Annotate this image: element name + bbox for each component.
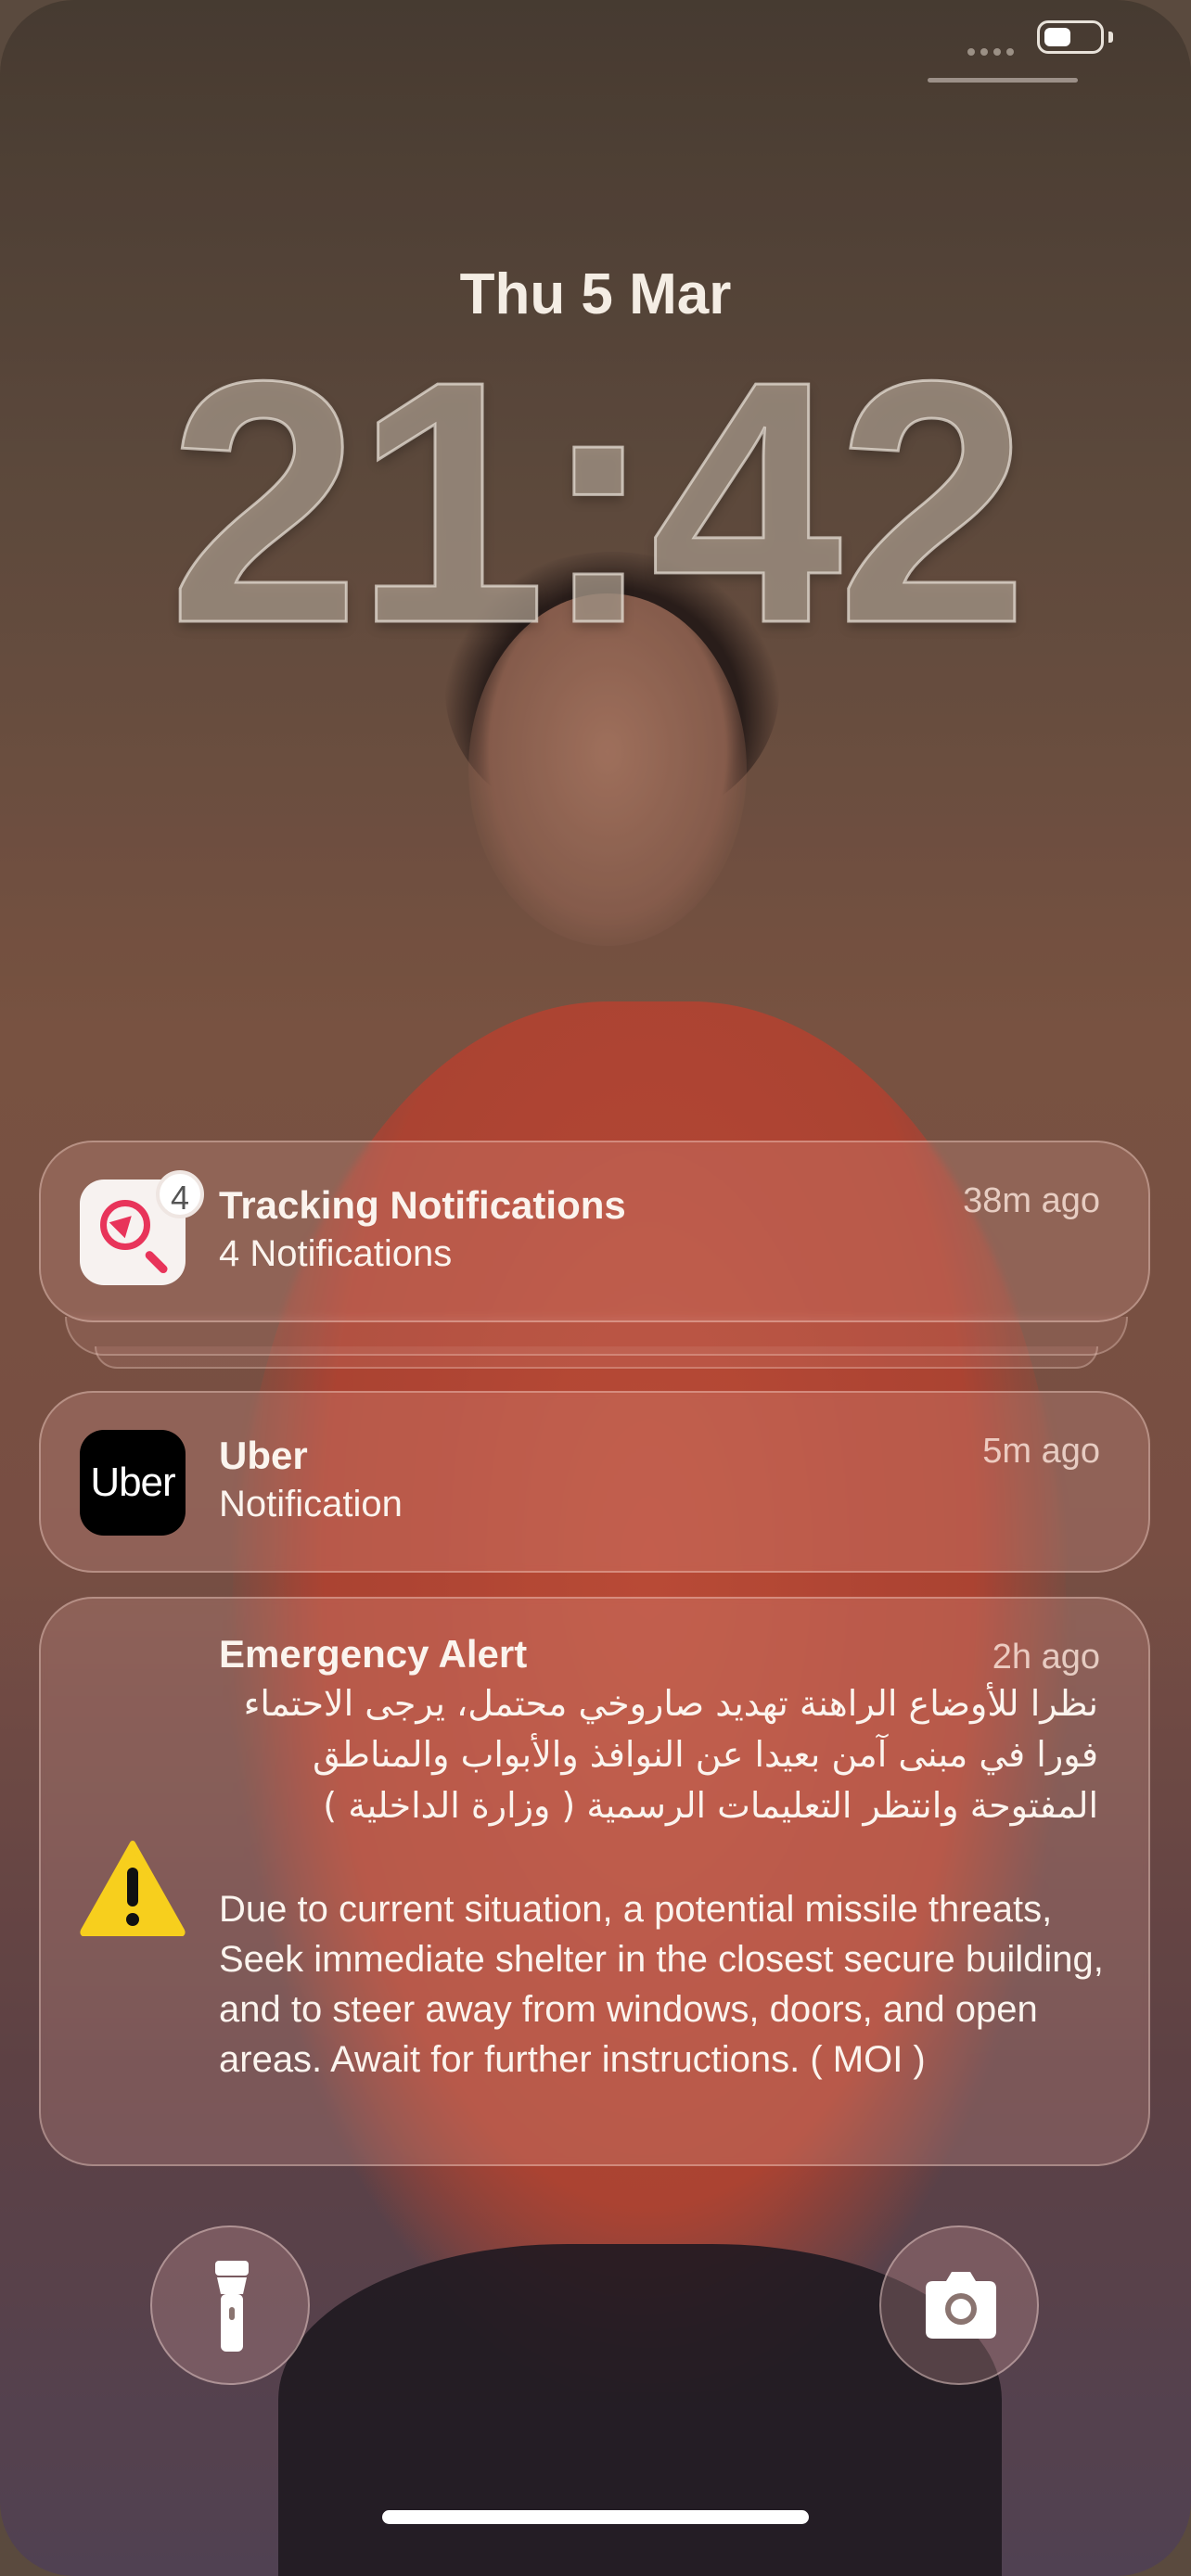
alert-body-english: Due to current situation, a potential mi… <box>219 1889 1104 2080</box>
alert-body-arabic: نظرا للأوضاع الراهنة تهديد صاروخي محتمل،… <box>243 1683 1098 1826</box>
battery-tip <box>1108 32 1113 43</box>
notification-time: 38m ago <box>963 1181 1100 1220</box>
camera-icon <box>926 2272 996 2339</box>
status-underline <box>928 78 1078 83</box>
battery-icon <box>1037 20 1104 54</box>
notification-uber[interactable]: Uber Uber Notification 5m ago <box>39 1391 1150 1573</box>
lock-screen: Thu 5 Mar 21:42 4 Tracking Notifications… <box>0 0 1191 2576</box>
flashlight-icon <box>215 2261 249 2352</box>
uber-app-icon: Uber <box>80 1430 186 1536</box>
notification-title: Emergency Alert <box>219 1632 528 1676</box>
notification-count-badge: 4 <box>156 1170 204 1218</box>
notification-summary: 4 Notifications <box>219 1233 453 1274</box>
notification-title: Tracking Notifications <box>219 1183 626 1227</box>
signal-dots-icon <box>967 48 1014 56</box>
notification-stack-layer <box>65 1317 1128 1356</box>
camera-button[interactable] <box>879 2225 1039 2385</box>
notification-summary: Notification <box>219 1484 403 1524</box>
notification-title: Uber <box>219 1434 308 1477</box>
home-indicator[interactable] <box>382 2510 809 2524</box>
flashlight-button[interactable] <box>150 2225 310 2385</box>
notification-group-tracking[interactable]: 4 Tracking Notifications 4 Notifications… <box>39 1141 1150 1322</box>
warning-triangle-icon <box>80 1841 186 1936</box>
lock-time: 21:42 <box>167 309 1030 695</box>
notification-emergency-alert[interactable]: Emergency Alert 2h ago نظرا للأوضاع الرا… <box>39 1597 1150 2166</box>
notification-time: 5m ago <box>982 1432 1100 1471</box>
notification-time: 2h ago <box>992 1638 1100 1677</box>
